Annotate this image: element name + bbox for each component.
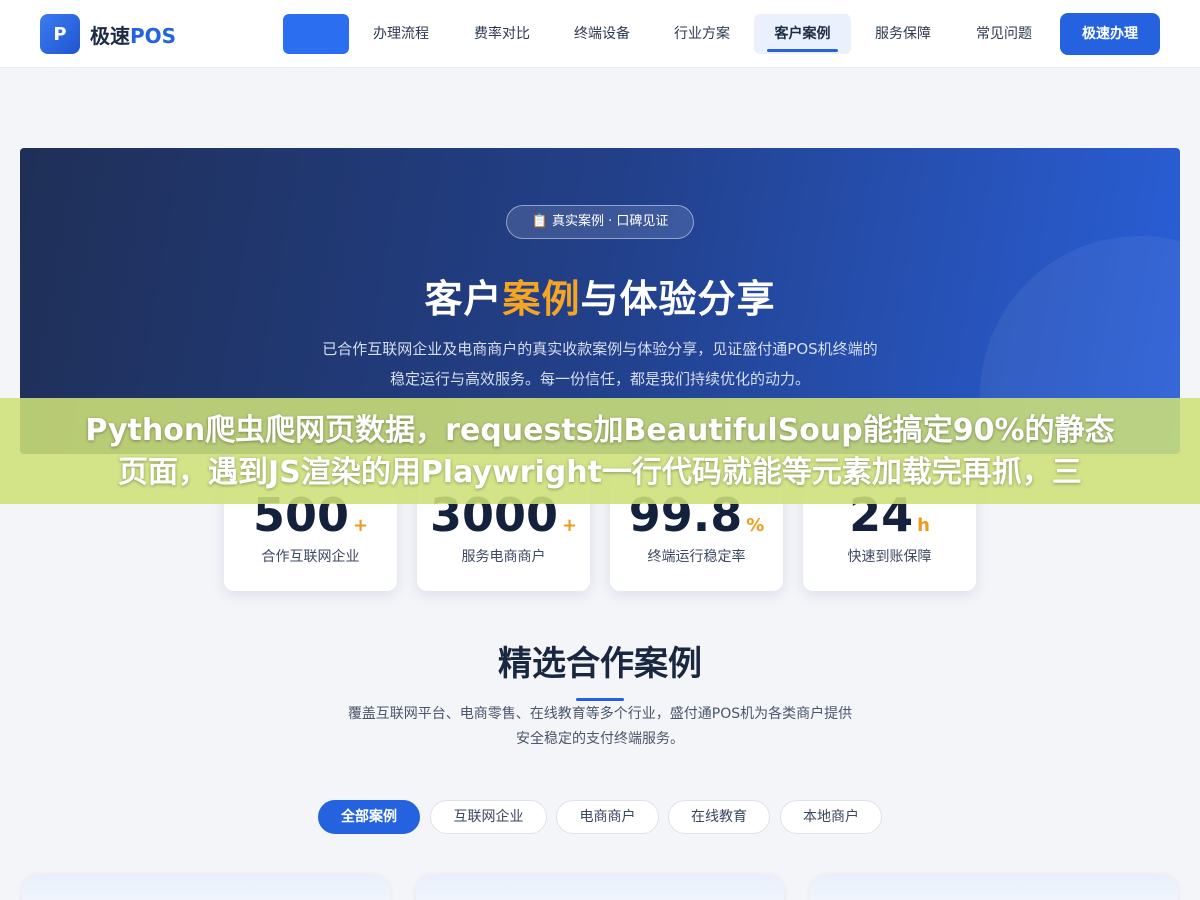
hero-badge: 📋 真实案例 · 口碑见证 [506, 205, 694, 239]
overlay-caption-banner: Python爬虫爬网页数据，requests加BeautifulSoup能搞定9… [0, 398, 1200, 504]
hero-description: 已合作互联网企业及电商商户的真实收款案例与体验分享，见证盛付通POS机终端的 稳… [280, 334, 920, 394]
case-card[interactable] [810, 876, 1178, 900]
overlay-line-1: Python爬虫爬网页数据，requests加BeautifulSoup能搞定9… [85, 413, 1115, 448]
nav-item-cases[interactable]: 客户案例 [754, 14, 851, 54]
stat-label: 终端运行稳定率 [647, 549, 746, 565]
overlay-caption-text: Python爬虫爬网页数据，requests加BeautifulSoup能搞定9… [30, 410, 1170, 494]
section-title: 精选合作案例 [498, 644, 702, 684]
case-card[interactable] [416, 876, 784, 900]
hero-desc-line-1: 已合作互联网企业及电商商户的真实收款案例与体验分享，见证盛付通POS机终端的 [322, 340, 878, 358]
section-description: 覆盖互联网平台、电商零售、在线教育等多个行业，盛付通POS机为各类商户提供 安全… [320, 702, 880, 752]
nav-item-devices[interactable]: 终端设备 [561, 14, 643, 54]
stat-label: 服务电商商户 [461, 549, 546, 565]
filter-tab-all[interactable]: 全部案例 [318, 800, 420, 834]
nav-item-rates[interactable]: 费率对比 [461, 14, 543, 54]
nav-item-faq[interactable]: 常见问题 [963, 14, 1045, 54]
section-title-underline [576, 698, 624, 701]
hero-title-post: 与体验分享 [580, 277, 776, 321]
stat-suffix: + [561, 515, 578, 536]
logo[interactable]: P 极速POS [40, 14, 176, 54]
quick-apply-button[interactable]: 极速办理 [1060, 13, 1160, 55]
filter-tab-education[interactable]: 在线教育 [668, 800, 770, 834]
logo-name: 极速 [90, 23, 130, 48]
logo-text: 极速POS [90, 20, 176, 49]
stat-label: 快速到账保障 [847, 549, 932, 565]
stat-suffix: + [352, 515, 369, 536]
clipboard-icon: 📋 [531, 214, 548, 229]
section-desc-line-2: 安全稳定的支付终端服务。 [516, 731, 684, 747]
hero-title-highlight: 案例 [502, 277, 581, 321]
logo-badge-icon: P [40, 14, 80, 54]
filter-tab-internet[interactable]: 互联网企业 [430, 800, 547, 834]
stat-suffix: % [746, 515, 765, 536]
filter-tab-local[interactable]: 本地商户 [780, 800, 882, 834]
hero-title: 客户案例与体验分享 [20, 268, 1180, 323]
nav-item-solutions[interactable]: 行业方案 [661, 14, 743, 54]
filter-tab-ecommerce[interactable]: 电商商户 [556, 800, 659, 834]
logo-accent: POS [130, 23, 177, 48]
stat-suffix: h [917, 515, 930, 536]
nav-blank-button[interactable] [283, 14, 349, 54]
section-desc-line-1: 覆盖互联网平台、电商零售、在线教育等多个行业，盛付通POS机为各类商户提供 [347, 706, 853, 722]
nav-item-service[interactable]: 服务保障 [862, 14, 944, 54]
case-card[interactable] [22, 876, 390, 900]
top-navbar: P 极速POS 办理流程 费率对比 终端设备 行业方案 客户案例 服务保障 常见… [0, 0, 1200, 68]
hero-title-pre: 客户 [424, 277, 503, 321]
hero-desc-line-2: 稳定运行与高效服务。每一份信任，都是我们持续优化的动力。 [389, 370, 810, 388]
hero-badge-text: 真实案例 · 口碑见证 [551, 214, 669, 229]
overlay-line-2: 页面，遇到JS渲染的用Playwright一行代码就能等元素加载完再抓，三 [118, 455, 1082, 490]
stat-label: 合作互联网企业 [261, 549, 360, 565]
nav-item-process[interactable]: 办理流程 [360, 14, 442, 54]
